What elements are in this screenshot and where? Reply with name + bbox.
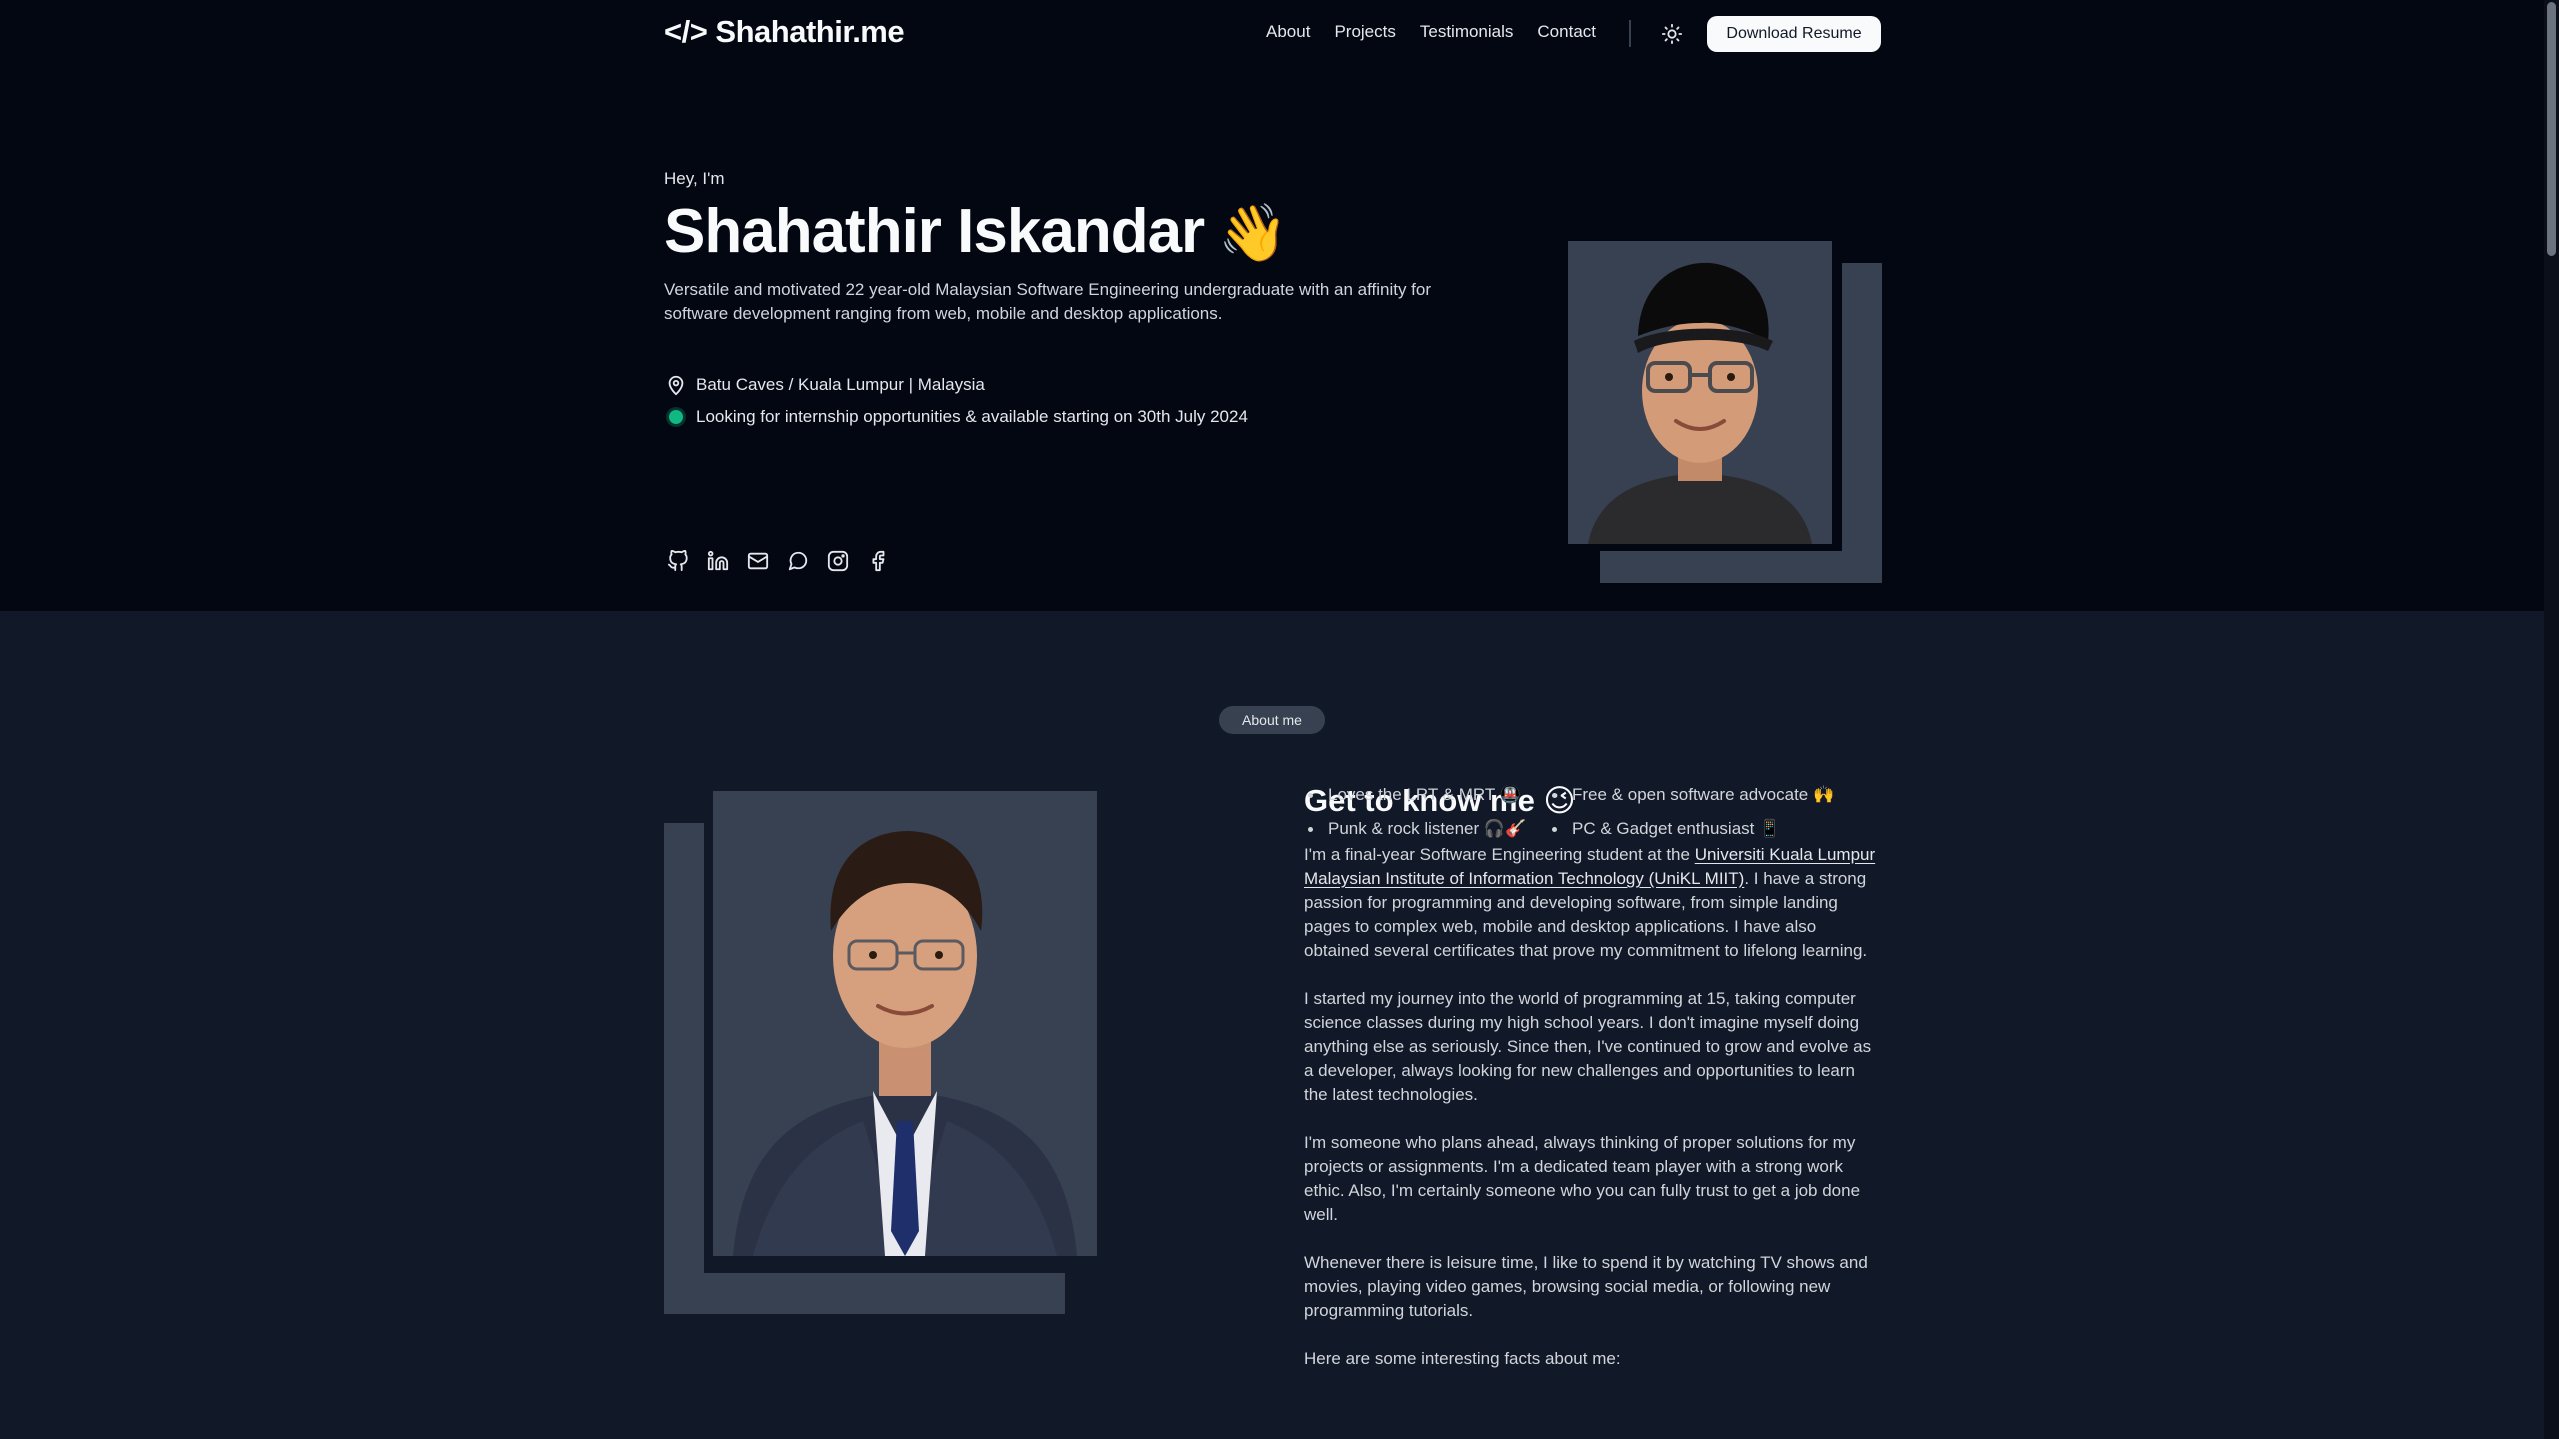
fact-item: Free & open software advocate 🙌 <box>1548 785 1878 805</box>
nav-contact[interactable]: Contact <box>1537 22 1596 42</box>
location-row: Batu Caves / Kuala Lumpur | Malaysia <box>664 373 985 397</box>
site-logo[interactable]: </> Shahathir.me <box>664 14 905 50</box>
hero-portrait-photo <box>1568 241 1832 544</box>
scrollbar-thumb[interactable] <box>2547 2 2556 256</box>
fact-item: PC & Gadget enthusiast 📱 <box>1548 819 1878 839</box>
about-section-badge: About me <box>1219 706 1325 734</box>
nav-testimonials[interactable]: Testimonials <box>1420 22 1514 42</box>
map-pin-icon <box>664 373 688 397</box>
status-row: Looking for internship opportunities & a… <box>664 405 1248 429</box>
about-paragraph-3: I'm someone who plans ahead, always thin… <box>1304 1133 1861 1224</box>
social-links <box>664 547 892 575</box>
about-p1-before: I'm a final-year Software Engineering st… <box>1304 845 1695 864</box>
download-resume-button[interactable]: Download Resume <box>1707 16 1881 52</box>
hero-name: Shahathir Iskandar 👋 <box>664 196 1288 267</box>
facebook-icon[interactable] <box>864 547 892 575</box>
main-nav: About Projects Testimonials Contact <box>1266 22 1620 42</box>
fact-item: Loves the LRT & MRT 🚇 <box>1304 785 1548 805</box>
nav-divider <box>1629 20 1631 47</box>
facts-list: Loves the LRT & MRT 🚇 Free & open softwa… <box>1304 785 1878 839</box>
location-text: Batu Caves / Kuala Lumpur | Malaysia <box>696 375 985 394</box>
hero-greeting: Hey, I'm <box>664 169 725 188</box>
about-section: About me Get to know me 😉 I'm a final-ye… <box>0 611 2544 1439</box>
wave-emoji: 👋 <box>1218 201 1288 264</box>
linkedin-icon[interactable] <box>704 547 732 575</box>
site-header: </> Shahathir.me About Projects Testimon… <box>0 0 2544 68</box>
fact-item: Punk & rock listener 🎧🎸 <box>1304 819 1548 839</box>
hero-section: Hey, I'm Shahathir Iskandar 👋 Versatile a… <box>0 68 2544 611</box>
status-text: Looking for internship opportunities & a… <box>696 407 1248 426</box>
nav-about[interactable]: About <box>1266 22 1310 42</box>
about-body: I'm a final-year Software Engineering st… <box>1304 843 1878 1395</box>
mail-icon[interactable] <box>744 547 772 575</box>
sun-icon[interactable] <box>1658 20 1686 48</box>
about-paragraph-4: Whenever there is leisure time, I like t… <box>1304 1253 1868 1320</box>
status-indicator <box>664 405 688 429</box>
about-portrait-photo <box>713 791 1097 1256</box>
hero-name-text: Shahathir Iskandar <box>664 197 1205 266</box>
about-paragraph-1: I'm a final-year Software Engineering st… <box>1304 843 1878 963</box>
nav-projects[interactable]: Projects <box>1334 22 1395 42</box>
chat-icon[interactable] <box>784 547 812 575</box>
about-paragraph-5: Here are some interesting facts about me… <box>1304 1349 1621 1368</box>
instagram-icon[interactable] <box>824 547 852 575</box>
github-icon[interactable] <box>664 547 692 575</box>
about-paragraph-2: I started my journey into the world of p… <box>1304 989 1872 1104</box>
hero-description: Versatile and motivated 22 year-old Mala… <box>664 280 1432 323</box>
